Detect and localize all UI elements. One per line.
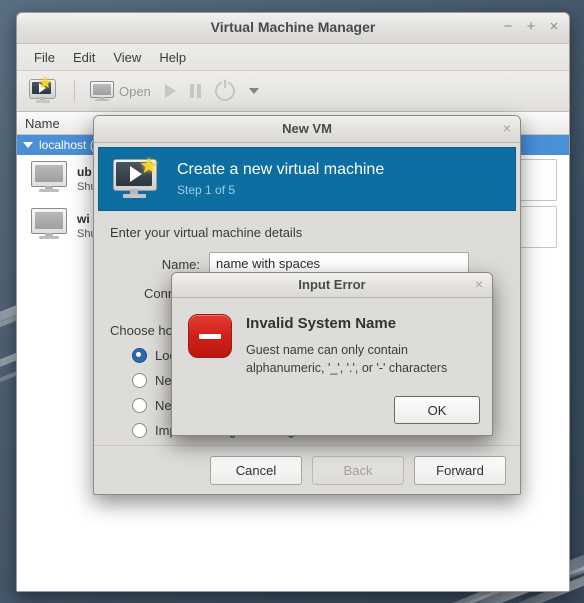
open-label: Open bbox=[119, 83, 151, 99]
toolbar-separator bbox=[74, 80, 75, 102]
column-header-name-label: Name bbox=[25, 115, 60, 131]
open-button[interactable]: Open bbox=[84, 78, 157, 104]
menu-item-edit[interactable]: Edit bbox=[64, 47, 104, 68]
shutdown-dropdown-button[interactable] bbox=[243, 85, 265, 97]
radio-button[interactable] bbox=[132, 423, 147, 438]
monitor-icon bbox=[90, 81, 114, 101]
monitor-icon bbox=[31, 161, 67, 196]
run-button[interactable] bbox=[159, 81, 182, 101]
banner-heading: Create a new virtual machine bbox=[177, 161, 385, 178]
new-vm-icon: ★ bbox=[111, 155, 163, 201]
expander-icon[interactable] bbox=[23, 142, 33, 148]
radio-button[interactable] bbox=[132, 373, 147, 388]
banner-text: Create a new virtual machine Step 1 of 5 bbox=[177, 161, 384, 197]
input-error-dialog: Input Error × Invalid System Name Guest … bbox=[171, 272, 493, 436]
back-button[interactable]: Back bbox=[312, 455, 404, 485]
play-icon bbox=[164, 84, 176, 98]
menu-item-help[interactable]: Help bbox=[150, 47, 195, 68]
chevron-down-icon bbox=[248, 88, 259, 94]
monitor-icon bbox=[31, 208, 67, 243]
toolbar: ★ Open bbox=[17, 71, 569, 112]
error-heading: Invalid System Name bbox=[246, 315, 397, 332]
pause-button[interactable] bbox=[184, 81, 207, 101]
radio-button[interactable] bbox=[132, 398, 147, 413]
menu-item-file[interactable]: File bbox=[25, 47, 64, 68]
minimize-icon[interactable]: − bbox=[501, 18, 515, 36]
menu-item-view[interactable]: View bbox=[104, 47, 150, 68]
details-prompt: Enter your virtual machine details bbox=[110, 225, 303, 240]
new-vm-footer: Cancel Back Forward bbox=[94, 445, 520, 494]
menu-bar: File Edit View Help bbox=[17, 44, 569, 71]
power-icon bbox=[214, 81, 235, 101]
cancel-button[interactable]: Cancel bbox=[210, 455, 302, 485]
name-label: Name: bbox=[161, 256, 200, 272]
close-icon[interactable]: × bbox=[475, 276, 483, 292]
radio-button-selected[interactable] bbox=[132, 348, 147, 363]
banner-step: Step 1 of 5 bbox=[177, 183, 236, 197]
new-vm-title: New VM bbox=[282, 121, 332, 136]
error-body: Invalid System Name Guest name can only … bbox=[172, 298, 492, 377]
maximize-icon[interactable]: + bbox=[524, 18, 538, 36]
shutdown-button[interactable] bbox=[209, 78, 241, 104]
error-message-line-2: alphanumeric, '_', '.', or '-' character… bbox=[246, 361, 448, 376]
new-vm-icon: ★ bbox=[29, 75, 59, 104]
close-icon[interactable]: × bbox=[547, 18, 561, 36]
error-dialog-title: Input Error bbox=[298, 277, 366, 292]
new-vm-button[interactable]: ★ bbox=[23, 75, 65, 107]
error-titlebar: Input Error × bbox=[172, 273, 492, 298]
new-vm-banner: ★ Create a new virtual machine Step 1 of… bbox=[98, 147, 516, 211]
main-titlebar: Virtual Machine Manager − + × bbox=[17, 13, 569, 44]
error-text-block: Invalid System Name Guest name can only … bbox=[246, 314, 447, 377]
close-icon[interactable]: × bbox=[503, 120, 511, 136]
forward-button[interactable]: Forward bbox=[414, 455, 506, 485]
window-controls: − + × bbox=[501, 18, 561, 36]
new-vm-titlebar: New VM × bbox=[94, 116, 520, 143]
ok-button[interactable]: OK bbox=[394, 396, 480, 424]
pause-icon bbox=[189, 84, 201, 98]
error-footer: OK bbox=[394, 396, 480, 424]
error-icon bbox=[188, 314, 232, 358]
window-title: Virtual Machine Manager bbox=[210, 19, 376, 35]
error-message-line-1: Guest name can only contain bbox=[246, 343, 408, 357]
